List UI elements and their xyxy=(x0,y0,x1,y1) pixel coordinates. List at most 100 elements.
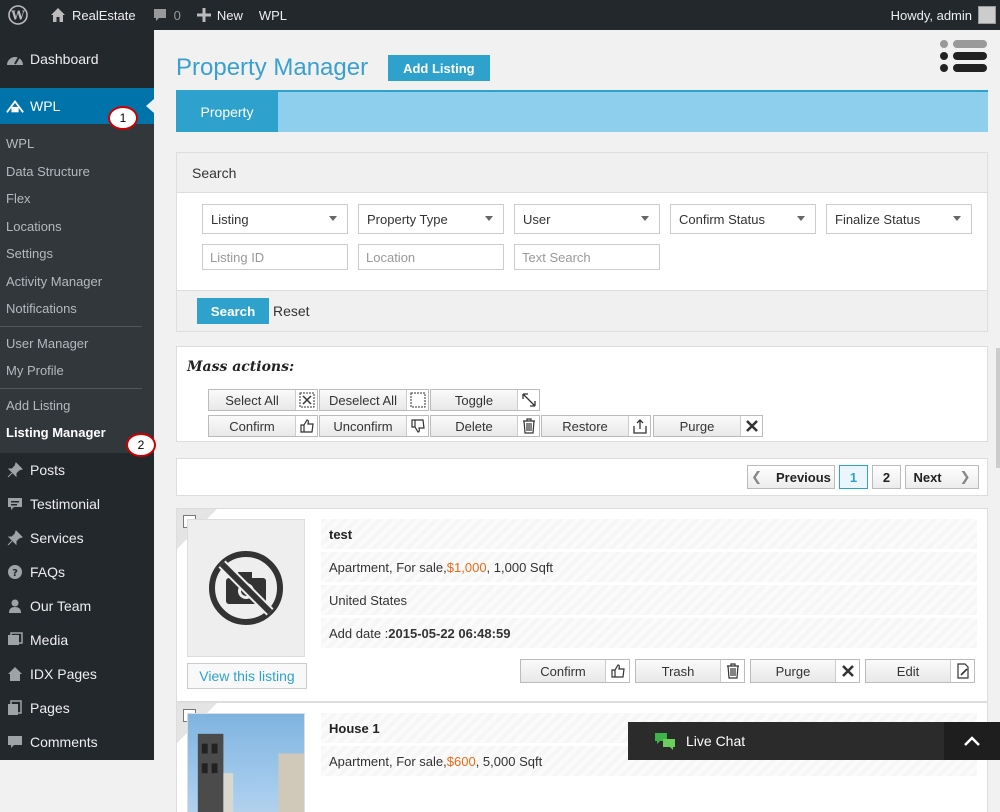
listing-type: Apartment, For sale, xyxy=(329,753,447,769)
confirm-status-select[interactable]: Confirm Status xyxy=(670,204,816,234)
menu-posts[interactable]: Posts xyxy=(0,453,154,487)
chat-expand-button[interactable] xyxy=(944,722,1000,760)
my-account[interactable]: Howdy, admin xyxy=(891,6,1000,24)
listing-title[interactable]: test xyxy=(321,519,977,549)
listing-confirm-button[interactable]: Confirm xyxy=(520,659,630,683)
listing-edit-button[interactable]: Edit xyxy=(865,659,975,683)
restore-label: Restore xyxy=(562,418,608,434)
no-image-placeholder xyxy=(187,519,305,657)
unconfirm-button[interactable]: Unconfirm xyxy=(319,415,429,437)
menu-services[interactable]: Services xyxy=(0,521,154,555)
menu-media-label: Media xyxy=(30,631,69,648)
menu-comments-label: Comments xyxy=(30,733,98,750)
user-select[interactable]: User xyxy=(514,204,660,234)
submenu-my-profile[interactable]: My Profile xyxy=(0,357,154,385)
submenu-wpl[interactable]: WPL xyxy=(0,130,154,158)
menu-posts-label: Posts xyxy=(30,461,66,478)
pages-icon xyxy=(6,699,24,717)
menu-testimonial[interactable]: Testimonial xyxy=(0,487,154,521)
live-chat-widget[interactable]: Live Chat xyxy=(628,722,1000,760)
close-icon xyxy=(835,660,859,682)
toggle-button[interactable]: Toggle xyxy=(430,389,540,411)
help-icon: ? xyxy=(6,563,24,581)
toggle-icon xyxy=(517,390,539,410)
search-footer: Search Reset xyxy=(177,290,987,331)
reset-button[interactable]: Reset xyxy=(273,298,310,324)
menu-idx-pages[interactable]: IDX Pages xyxy=(0,657,154,691)
listing-purge-button[interactable]: Purge xyxy=(750,659,860,683)
finalize-status-select[interactable]: Finalize Status xyxy=(826,204,972,234)
submenu-settings[interactable]: Settings xyxy=(0,240,154,268)
menu-wpl-label: WPL xyxy=(30,98,61,114)
mass-actions-panel: Mass actions: Select All Deselect All To… xyxy=(176,346,988,442)
restore-button[interactable]: Restore xyxy=(541,415,651,437)
wpl-submenu: WPL Data Structure Flex Locations Settin… xyxy=(0,124,154,453)
menu-our-team[interactable]: Our Team xyxy=(0,589,154,623)
search-button[interactable]: Search xyxy=(197,298,269,324)
listing-purge-label: Purge xyxy=(775,663,811,679)
confirm-label: Confirm xyxy=(229,418,275,434)
deselect-all-label: Deselect All xyxy=(329,392,397,408)
location-input[interactable]: Location xyxy=(358,244,504,270)
trash-icon xyxy=(720,660,744,682)
page-2-button[interactable]: 2 xyxy=(872,465,901,489)
chevron-down-icon xyxy=(953,216,961,221)
purge-button[interactable]: Purge xyxy=(653,415,763,437)
listing-trash-button[interactable]: Trash xyxy=(635,659,745,683)
tab-property[interactable]: Property xyxy=(176,92,278,132)
listing-select[interactable]: Listing xyxy=(202,204,348,234)
chevron-left-icon: ❮ xyxy=(751,469,762,484)
menu-comments[interactable]: Comments xyxy=(0,725,154,759)
add-listing-button[interactable]: Add Listing xyxy=(388,55,490,81)
deselect-all-button[interactable]: Deselect All xyxy=(319,389,429,411)
submenu-separator xyxy=(0,387,142,389)
avatar xyxy=(978,6,996,24)
delete-button[interactable]: Delete xyxy=(430,415,540,437)
view-listing-button[interactable]: View this listing xyxy=(187,663,307,689)
submenu-data-structure[interactable]: Data Structure xyxy=(0,158,154,186)
new-content-link[interactable]: New xyxy=(189,0,251,30)
confirm-status-select-value: Confirm Status xyxy=(679,211,765,227)
toggle-label: Toggle xyxy=(454,392,494,408)
text-search-input[interactable]: Text Search xyxy=(514,244,660,270)
next-page-button[interactable]: Next ❯ xyxy=(905,465,979,489)
menu-testimonial-label: Testimonial xyxy=(30,495,101,512)
submenu-user-manager[interactable]: User Manager xyxy=(0,330,154,358)
scrollbar-thumb[interactable] xyxy=(996,348,1000,468)
list-menu-icon[interactable] xyxy=(940,40,988,76)
menu-pages[interactable]: Pages xyxy=(0,691,154,725)
menu-services-label: Services xyxy=(30,529,84,546)
submenu-flex[interactable]: Flex xyxy=(0,185,154,213)
admin-bar: W RealEstate 0 New WPL Howdy, admin xyxy=(0,0,1000,30)
submenu-add-listing[interactable]: Add Listing xyxy=(0,392,154,420)
menu-media[interactable]: Media xyxy=(0,623,154,657)
wordpress-logo-icon[interactable]: W xyxy=(0,0,42,30)
site-name-link[interactable]: RealEstate xyxy=(42,0,144,30)
property-type-select[interactable]: Property Type xyxy=(358,204,504,234)
previous-page-button[interactable]: ❮ Previous xyxy=(747,465,835,489)
listing-id-input[interactable]: Listing ID xyxy=(202,244,348,270)
select-all-button[interactable]: Select All xyxy=(208,389,318,411)
listing-trash-label: Trash xyxy=(661,663,695,679)
next-label: Next xyxy=(913,469,942,485)
chat-bubbles-icon xyxy=(655,733,675,750)
comment-bubble-icon xyxy=(6,733,24,751)
menu-idx-pages-label: IDX Pages xyxy=(30,665,97,682)
wpl-adminbar-link[interactable]: WPL xyxy=(251,0,295,30)
chevron-down-icon xyxy=(641,216,649,221)
submenu-notifications[interactable]: Notifications xyxy=(0,295,154,323)
testimonial-icon xyxy=(6,495,24,513)
confirm-button[interactable]: Confirm xyxy=(208,415,318,437)
deselect-all-icon xyxy=(406,390,428,410)
submenu-locations[interactable]: Locations xyxy=(0,213,154,241)
menu-dashboard[interactable]: Dashboard xyxy=(0,30,154,88)
howdy-text: Howdy, admin xyxy=(890,7,972,23)
pagination-bar: ❮ Previous 1 2 Next ❯ xyxy=(176,458,988,496)
listing-date-label: Add date : xyxy=(329,625,389,641)
building-photo xyxy=(197,733,304,812)
page-1-button[interactable]: 1 xyxy=(839,465,868,489)
menu-faqs[interactable]: ? FAQs xyxy=(0,555,154,589)
comments-link[interactable]: 0 xyxy=(144,0,189,30)
submenu-activity-manager[interactable]: Activity Manager xyxy=(0,268,154,296)
chevron-down-icon xyxy=(797,216,805,221)
